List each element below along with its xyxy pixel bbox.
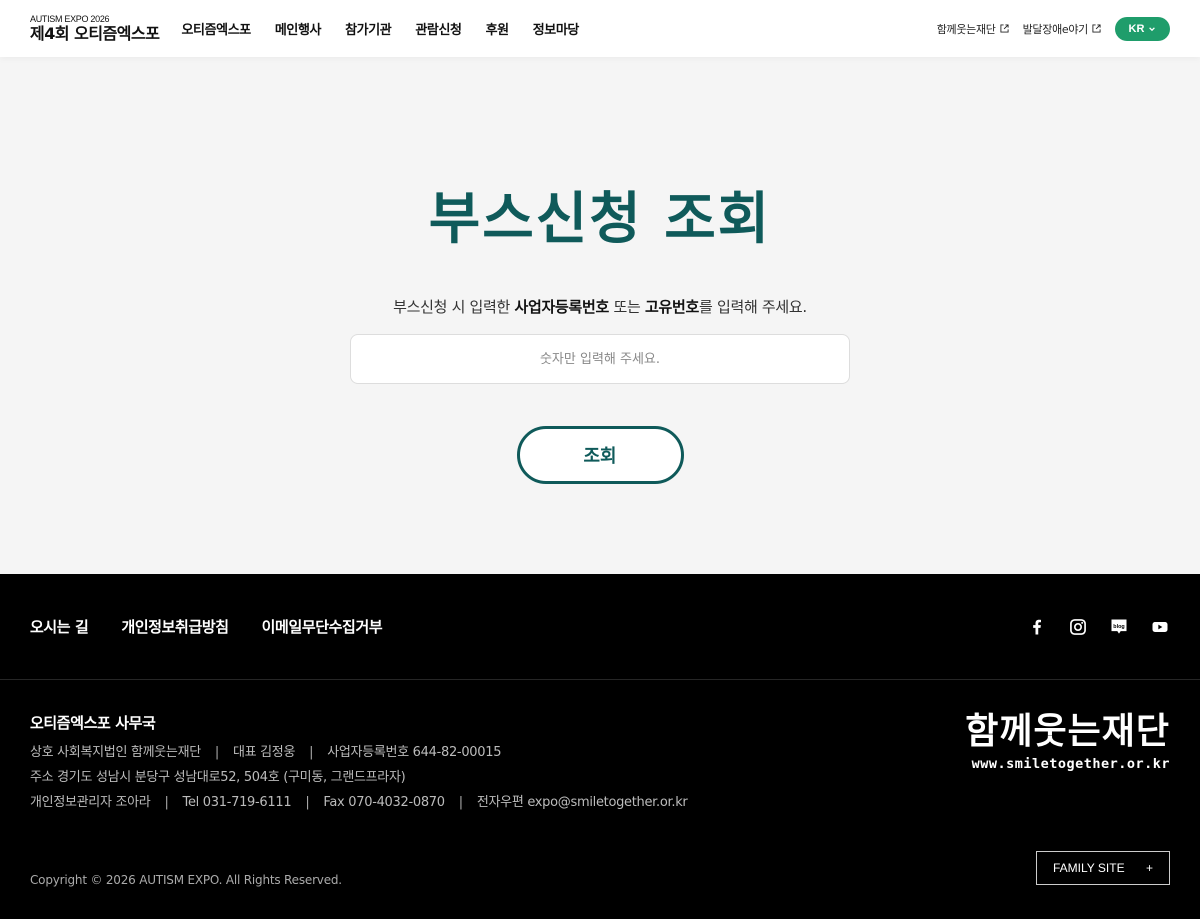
youtube-icon[interactable] [1149,616,1170,637]
external-link-icon [1092,24,1101,33]
instagram-icon[interactable] [1067,616,1088,637]
blog-icon[interactable]: blog [1108,616,1129,637]
logo-subtitle: AUTISM EXPO 2026 [30,14,110,24]
family-site-label: FAMILY SITE [1053,861,1125,875]
chevron-down-icon [1149,26,1156,31]
phone-number: Tel 031-719-6111 [182,795,292,810]
nav-item-info[interactable]: 정보마당 [533,19,580,38]
footer-link-email-refusal[interactable]: 이메일무단수집거부 [262,616,383,637]
instruction-mid: 또는 [609,298,645,316]
site-footer: 오시는 길 개인정보취급방침 이메일무단수집거부 blog 오티즘엑스포 사무국… [0,574,1200,919]
contact-info-line: 개인정보관리자 조아라 | Tel 031-719-6111 | Fax 070-403… [30,795,688,810]
nav-item-sponsor[interactable]: 후원 [486,19,510,38]
footer-links: 오시는 길 개인정보취급방침 이메일무단수집거부 [30,616,383,637]
copyright: Copyright © 2026 AUTISM EXPO. All Rights… [30,873,342,887]
search-button[interactable]: 조회 [516,426,684,484]
privacy-manager: 개인정보관리자 조아라 [30,795,151,810]
email-address: 전자우편 expo@smiletogether.or.kr [476,795,688,810]
nav-item-visit-apply[interactable]: 관람신청 [415,19,462,38]
nav-item-participants[interactable]: 참가기관 [345,19,392,38]
svg-text:blog: blog [1113,623,1124,629]
plus-icon: + [1145,861,1153,875]
site-header: AUTISM EXPO 2026 제4회 오티즘엑스포 오티즘엑스포 메인행사 … [0,0,1200,57]
instruction-bold-1: 사업자등록번호 [514,298,610,316]
ext-link-foundation[interactable]: 함께웃는재단 [937,21,1009,37]
address-line: 주소 경기도 성남시 분당구 성남대로52, 504호 (구미동, 그랜드프라자… [30,770,406,785]
ext-link-story-label: 발달장애e야기 [1022,22,1089,36]
site-logo[interactable]: AUTISM EXPO 2026 제4회 오티즘엑스포 [30,14,160,43]
family-site-button[interactable]: FAMILY SITE + [1036,851,1170,885]
language-selector[interactable]: KR [1115,16,1170,41]
foundation-logo-text: 함께웃는재단 [965,711,1170,752]
header-utility: 함께웃는재단 발달장애e야기 KR [937,16,1170,41]
language-label: KR [1128,22,1145,35]
foundation-logo[interactable]: 함께웃는재단 www.smiletogether.or.kr [965,710,1170,772]
instruction-text: 부스신청 시 입력한 사업자등록번호 또는 고유번호를 입력해 주세요. [393,296,807,317]
ext-link-foundation-label: 함께웃는재단 [936,22,996,36]
footer-link-directions[interactable]: 오시는 길 [30,616,89,637]
instruction-post: 를 입력해 주세요. [698,298,807,316]
booth-lookup-section: 부스신청 조회 부스신청 시 입력한 사업자등록번호 또는 고유번호를 입력해 … [0,57,1200,574]
facebook-icon[interactable] [1026,616,1047,637]
nav-item-main-event[interactable]: 메인행사 [275,19,322,38]
ceo-name: 대표 김정웅 [233,745,296,760]
business-number: 사업자등록번호 644-82-00015 [327,745,502,760]
instruction-bold-2: 고유번호 [644,298,699,316]
business-number-input[interactable] [350,334,850,384]
main-nav: 오티즘엑스포 메인행사 참가기관 관람신청 후원 정보마당 [181,19,579,38]
nav-item-autism-expo[interactable]: 오티즘엑스포 [181,19,251,38]
social-links: blog [1026,616,1170,637]
page-title: 부스신청 조회 [428,187,772,252]
instruction-pre: 부스신청 시 입력한 [393,298,515,316]
ext-link-story[interactable]: 발달장애e야기 [1023,21,1101,37]
company-name: 상호 사회복지법인 함께웃는재단 [30,745,201,760]
footer-top: 오시는 길 개인정보취급방침 이메일무단수집거부 blog [0,574,1200,680]
footer-bottom: 오티즘엑스포 사무국 상호 사회복지법인 함께웃는재단 | 대표 김정웅 | 사업자등록… [0,680,1200,919]
fax-number: Fax 070-4032-0870 [323,795,445,810]
foundation-logo-url: www.smiletogether.or.kr [971,756,1170,772]
external-link-icon [1000,24,1009,33]
logo-title: 제4회 오티즘엑스포 [30,24,160,43]
footer-link-privacy[interactable]: 개인정보취급방침 [121,616,229,637]
